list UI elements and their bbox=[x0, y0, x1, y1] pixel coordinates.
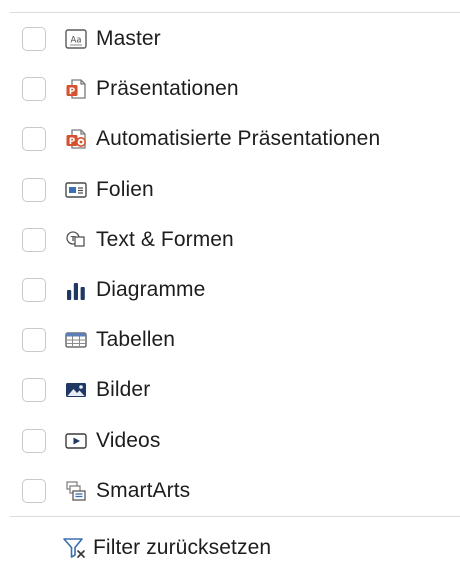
filter-label-automated-presentations: Automatisierte Präsentationen bbox=[96, 127, 381, 151]
filter-label-images: Bilder bbox=[96, 378, 151, 402]
filter-item-automated-presentations[interactable]: P Automatisierte Präsentationen bbox=[0, 114, 460, 164]
filter-checkbox-tables[interactable] bbox=[22, 328, 46, 353]
filter-clear-icon bbox=[60, 534, 88, 562]
filter-label-slides: Folien bbox=[96, 177, 154, 201]
powerpoint-file-icon: P bbox=[64, 77, 88, 101]
filter-item-presentations[interactable]: P Präsentationen bbox=[0, 64, 460, 114]
automated-presentation-icon: P bbox=[64, 127, 88, 151]
filter-label-charts: Diagramme bbox=[96, 278, 206, 302]
filter-item-videos[interactable]: Videos bbox=[0, 416, 460, 466]
table-icon bbox=[64, 328, 88, 352]
filter-item-text-shapes[interactable]: T Text & Formen bbox=[0, 215, 460, 265]
filter-label-text-shapes: Text & Formen bbox=[96, 227, 234, 251]
filter-label-videos: Videos bbox=[96, 428, 161, 452]
smartart-icon bbox=[64, 479, 88, 503]
reset-filter-button[interactable]: Filter zurücksetzen bbox=[60, 531, 271, 565]
filter-checkbox-presentations[interactable] bbox=[22, 77, 46, 102]
filter-checkbox-slides[interactable] bbox=[22, 177, 46, 202]
filter-item-tables[interactable]: Tabellen bbox=[0, 315, 460, 365]
content-type-filter-list: Aa Master P Präsentationen P Automatisie… bbox=[0, 14, 460, 516]
video-icon bbox=[64, 429, 88, 453]
filter-checkbox-images[interactable] bbox=[22, 378, 46, 403]
svg-text:P: P bbox=[69, 87, 75, 97]
filter-checkbox-videos[interactable] bbox=[22, 428, 46, 453]
filter-label-smartarts: SmartArts bbox=[96, 478, 191, 502]
image-icon bbox=[64, 378, 88, 402]
filter-item-slides[interactable]: Folien bbox=[0, 165, 460, 215]
filter-item-images[interactable]: Bilder bbox=[0, 365, 460, 415]
svg-text:Aa: Aa bbox=[70, 36, 81, 46]
svg-text:P: P bbox=[69, 137, 75, 147]
text-shapes-icon: T bbox=[64, 228, 88, 252]
filter-checkbox-automated-presentations[interactable] bbox=[22, 127, 46, 152]
filter-checkbox-smartarts[interactable] bbox=[22, 478, 46, 503]
filter-label-presentations: Präsentationen bbox=[96, 77, 239, 101]
slide-icon bbox=[64, 178, 88, 202]
reset-filter-label: Filter zurücksetzen bbox=[93, 536, 272, 559]
svg-text:T: T bbox=[71, 235, 76, 243]
filter-checkbox-master[interactable] bbox=[22, 27, 46, 52]
filter-checkbox-text-shapes[interactable] bbox=[22, 227, 46, 252]
bottom-divider bbox=[10, 516, 460, 517]
filter-label-master: Master bbox=[96, 27, 161, 51]
top-divider bbox=[10, 12, 460, 13]
bar-chart-icon bbox=[64, 278, 88, 302]
master-template-icon: Aa bbox=[64, 27, 88, 51]
filter-item-charts[interactable]: Diagramme bbox=[0, 265, 460, 315]
filter-item-master[interactable]: Aa Master bbox=[0, 14, 460, 64]
filter-item-smartarts[interactable]: SmartArts bbox=[0, 466, 460, 516]
filter-label-tables: Tabellen bbox=[96, 328, 176, 352]
filter-checkbox-charts[interactable] bbox=[22, 278, 46, 303]
